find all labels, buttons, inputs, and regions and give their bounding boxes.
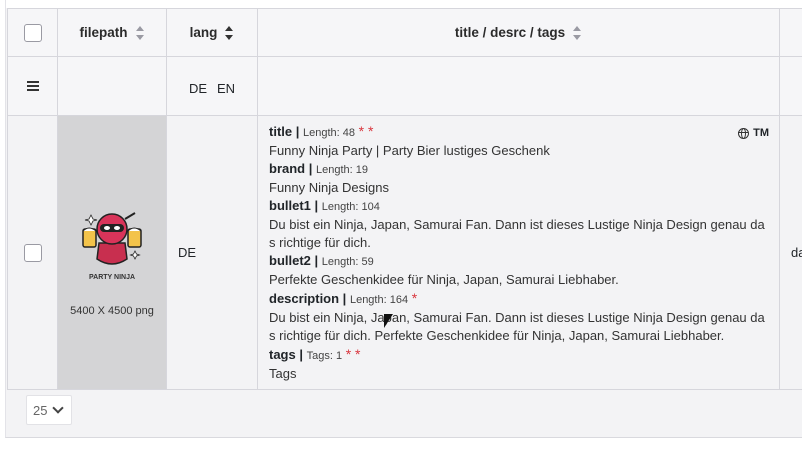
header-title-label: title / desrc / tags — [454, 24, 566, 40]
description-value-line1[interactable]: Du bist ein Ninja, Japan, Samurai Fan. D… — [269, 309, 769, 327]
table-panel: filepath lang title / desrc / tags DE EN — [5, 0, 802, 438]
row-select-cell — [7, 115, 58, 390]
sort-icon[interactable] — [225, 26, 234, 41]
filter-extra — [779, 56, 802, 116]
filter-title — [257, 56, 780, 116]
tags-required-marker: * * — [345, 346, 361, 362]
page-size-value: 25 — [33, 402, 48, 418]
filter-row: DE EN — [7, 56, 802, 116]
title-field: title | Length: 48 * * — [269, 122, 769, 142]
title-label: title | — [269, 124, 300, 139]
globe-icon — [738, 127, 750, 139]
bullet2-label: bullet2 | — [269, 253, 319, 268]
brand-value[interactable]: Funny Ninja Designs — [269, 179, 769, 197]
header-select-all-cell — [7, 8, 58, 57]
bullet1-length: Length: 104 — [321, 201, 380, 213]
designs-table: filepath lang title / desrc / tags DE EN — [7, 8, 802, 390]
tags-value[interactable]: Tags — [269, 365, 769, 383]
sort-icon[interactable] — [573, 26, 582, 41]
bullet1-field: bullet1 | Length: 104 — [269, 197, 769, 216]
file-cell: PARTY NINJA 5400 X 4500 png — [57, 115, 167, 390]
lang-cell: DE — [166, 115, 258, 390]
extra-value: da — [791, 245, 802, 260]
select-all-checkbox[interactable] — [23, 23, 42, 42]
title-cell: TM title | Length: 48 * * Funny Ninja Pa… — [257, 115, 780, 390]
header-extra — [779, 8, 802, 57]
header-lang-label: lang — [189, 24, 218, 40]
chevron-down-icon — [52, 402, 65, 414]
table-row[interactable]: PARTY NINJA 5400 X 4500 png DE TM title … — [7, 115, 802, 390]
description-field: description | Length: 164 * — [269, 289, 769, 309]
image-dimensions: 5400 X 4500 png — [70, 304, 154, 317]
bullet1-label: bullet1 | — [269, 198, 319, 213]
ninja-image — [82, 211, 142, 265]
row-checkbox[interactable] — [23, 243, 42, 262]
list-icon[interactable] — [26, 80, 39, 91]
design-thumbnail[interactable]: PARTY NINJA — [58, 207, 166, 281]
tags-label: tags | — [269, 347, 303, 362]
description-required-marker: * — [411, 290, 418, 306]
trademark-indicator[interactable]: TM — [738, 124, 769, 142]
filter-lang: DE EN — [166, 56, 258, 116]
header-filepath[interactable]: filepath — [57, 8, 167, 57]
extra-cell: da — [779, 115, 802, 390]
header-row: filepath lang title / desrc / tags — [7, 8, 802, 57]
lang-filter-en[interactable]: EN — [217, 81, 235, 96]
bullet2-field: bullet2 | Length: 59 — [269, 252, 769, 271]
image-caption: PARTY NINJA — [88, 273, 136, 281]
title-value[interactable]: Funny Ninja Party | Party Bier lustiges … — [269, 142, 769, 160]
tags-count: Tags: 1 — [306, 350, 343, 362]
page-size-select[interactable]: 25 — [26, 395, 72, 425]
filter-filepath — [57, 56, 167, 116]
brand-label: brand | — [269, 161, 313, 176]
description-label: description | — [269, 291, 347, 306]
lang-filter-de[interactable]: DE — [189, 81, 207, 96]
header-title[interactable]: title / desrc / tags — [257, 8, 780, 57]
description-length: Length: 164 — [349, 294, 409, 306]
bullet2-length: Length: 59 — [321, 256, 374, 268]
title-required-marker: * * — [358, 123, 374, 139]
sort-icon[interactable] — [135, 26, 145, 41]
filter-toggle-cell — [7, 56, 58, 116]
header-filepath-label: filepath — [79, 24, 128, 40]
top-spacer — [6, 0, 802, 8]
title-length: Length: 48 — [303, 127, 355, 139]
header-lang[interactable]: lang — [166, 8, 258, 57]
bullet1-value-line1[interactable]: Du bist ein Ninja, Japan, Samurai Fan. D… — [269, 216, 769, 234]
brand-field: brand | Length: 19 — [269, 160, 769, 179]
description-value-line2[interactable]: s richtige für dich. Perfekte Geschenkid… — [269, 327, 769, 345]
tm-badge: TM — [753, 127, 769, 139]
bullet2-value[interactable]: Perfekte Geschenkidee für Ninja, Japan, … — [269, 271, 769, 289]
brand-length: Length: 19 — [316, 164, 368, 176]
row-lang: DE — [178, 245, 197, 260]
bullet1-value-line2[interactable]: s richtige für dich. — [269, 234, 769, 252]
tags-field: tags | Tags: 1 * * — [269, 345, 769, 365]
